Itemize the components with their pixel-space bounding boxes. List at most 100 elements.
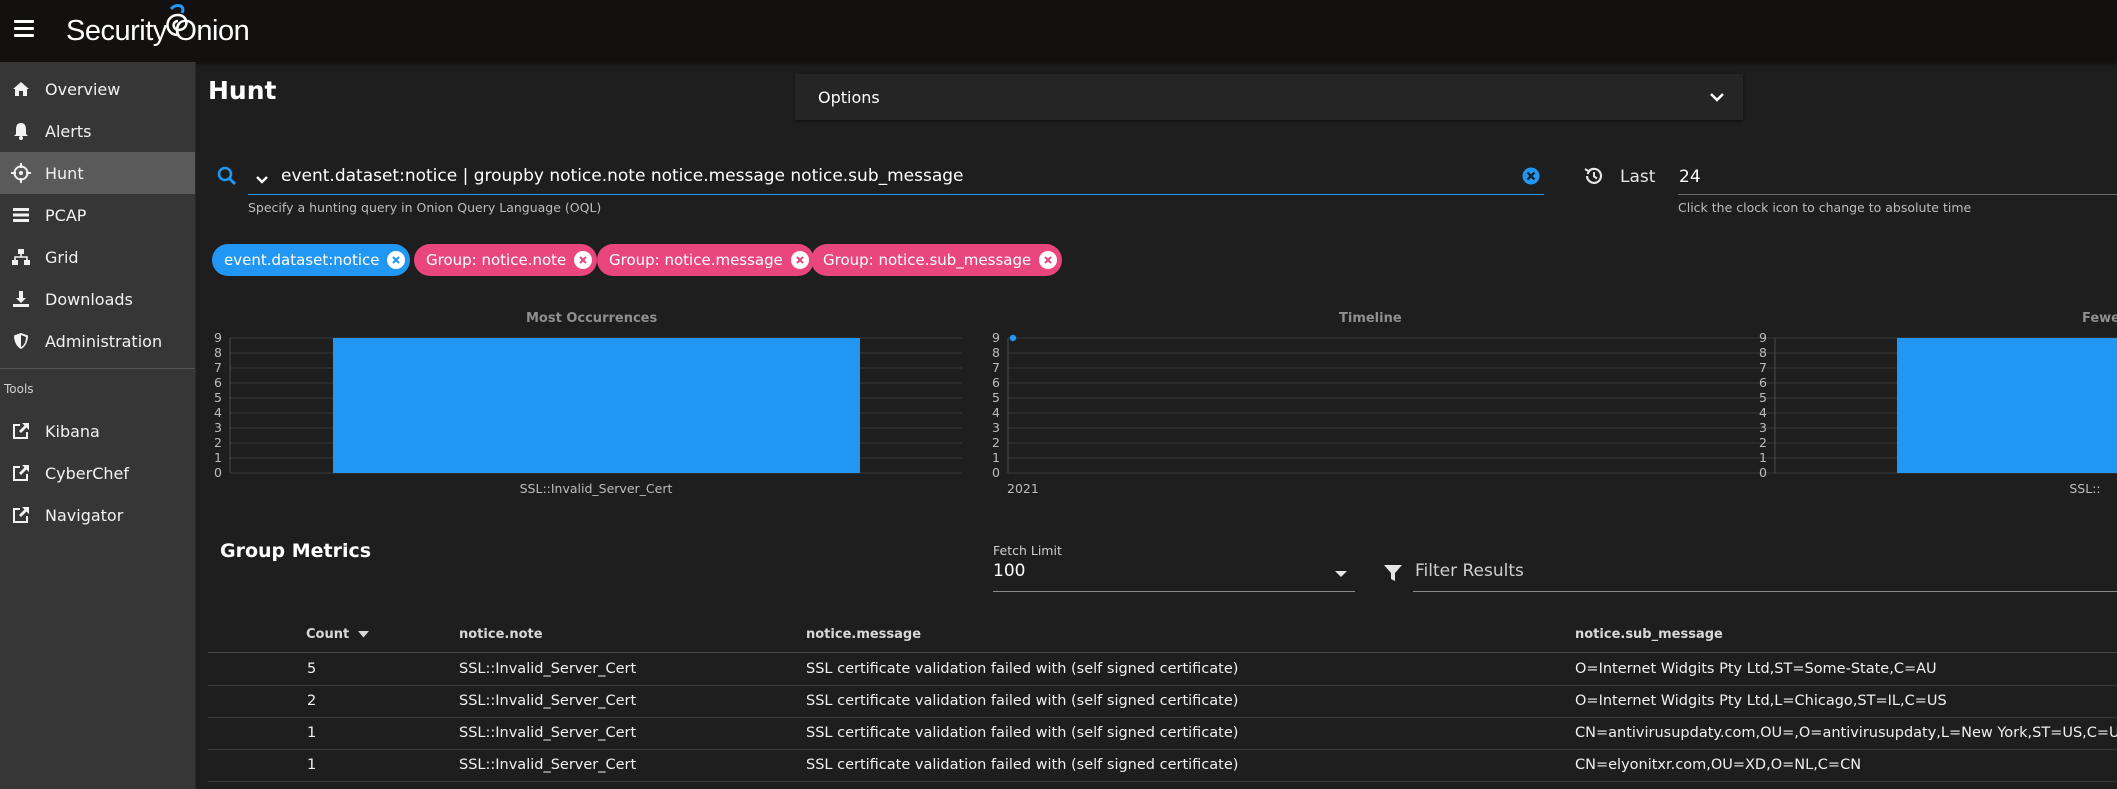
list-icon [10,204,32,226]
options-panel[interactable]: Options [795,74,1743,120]
y-tick-label: 5 [992,390,1000,405]
chip-remove-icon[interactable] [790,251,809,269]
column-header-message[interactable]: notice.message [806,627,921,642]
search-icon[interactable] [217,166,237,190]
y-tick-label: 1 [214,450,222,465]
cell-message[interactable]: SSL certificate validation failed with (… [806,693,1238,709]
cell-note[interactable]: SSL::Invalid_Server_Cert [459,661,636,677]
clear-query-icon[interactable] [1522,167,1540,189]
y-tick-label: 2 [214,435,222,450]
brand-logo[interactable]: Security Onion [66,4,250,53]
sort-desc-icon [354,627,369,642]
cell-count: 1 [307,725,317,741]
column-header-sub-message[interactable]: notice.sub_message [1575,627,1723,642]
sidebar-item-label: Grid [45,247,79,267]
download-icon [10,288,32,310]
cell-note[interactable]: SSL::Invalid_Server_Cert [459,725,636,741]
fetch-limit-select[interactable]: 100 [993,557,1355,592]
fetch-limit-label: Fetch Limit [993,543,1062,558]
cell-message[interactable]: SSL certificate validation failed with (… [806,725,1238,741]
y-tick-label: 9 [992,330,1000,345]
group-chip-sub-message[interactable]: Group: notice.sub_message [811,244,1063,276]
sidebar-item-label: Overview [45,79,121,99]
sidebar-item-downloads[interactable]: Downloads [0,278,195,320]
table-row[interactable]: 1 SSL::Invalid_Server_Cert SSL certifica… [208,717,2117,750]
query-dropdown-icon[interactable] [255,170,269,189]
sidebar-item-alerts[interactable]: Alerts [0,110,195,152]
x-tick-label: SSL::Invalid_Server_Cert [520,481,673,496]
y-tick-label: 6 [214,375,222,390]
sidebar-item-label: Hunt [45,163,84,183]
fetch-limit-value: 100 [993,561,1026,581]
history-clock-icon[interactable] [1583,165,1605,191]
charts-area: 9876543210SSL::Invalid_Server_Cert 987654… [214,330,2117,496]
x-tick-label: 2021 [1007,481,1039,496]
sidebar-item-grid[interactable]: Grid [0,236,195,278]
bar [1897,338,2117,473]
y-tick-label: 5 [214,390,222,405]
y-tick-label: 6 [992,375,1000,390]
y-tick-label: 6 [1759,375,1767,390]
chip-remove-icon[interactable] [1039,251,1058,269]
sidebar-item-overview[interactable]: Overview [0,68,195,110]
query-text[interactable]: event.dataset:notice | groupby notice.no… [281,166,964,186]
y-tick-label: 3 [992,420,1000,435]
y-tick-label: 1 [992,450,1000,465]
menu-icon[interactable] [14,20,34,38]
cell-sub-message[interactable]: CN=antivirusupdaty.com,OU=,O=antivirusup… [1575,725,2117,741]
chip-label: event.dataset:notice [224,251,380,269]
y-tick-label: 4 [992,405,1000,420]
dropdown-arrow-icon [1335,571,1347,577]
table-row[interactable]: 1 SSL::Invalid_Server_Cert SSL certifica… [208,749,2117,782]
column-header-note[interactable]: notice.note [459,627,543,642]
cell-count: 2 [307,693,317,709]
chip-remove-icon[interactable] [574,251,593,269]
column-header-count[interactable]: Count [306,627,369,642]
cell-note[interactable]: SSL::Invalid_Server_Cert [459,757,636,773]
bar [333,338,860,473]
y-tick-label: 0 [1759,465,1767,480]
query-hint: Specify a hunting query in Onion Query L… [248,200,602,215]
chip-remove-icon[interactable] [387,251,406,269]
filter-results-input[interactable] [1413,560,2107,582]
y-tick-label: 3 [1759,420,1767,435]
chip-label: Group: notice.note [426,251,567,269]
y-tick-label: 1 [1759,450,1767,465]
y-tick-label: 5 [1759,390,1767,405]
group-metrics-title: Group Metrics [220,540,372,562]
filter-results-field[interactable] [1413,557,2117,592]
group-chip-note[interactable]: Group: notice.note [414,244,598,276]
x-tick-label: SSL:: [2069,481,2100,496]
time-range-value[interactable]: 24 [1679,167,1701,187]
y-tick-label: 8 [1759,345,1767,360]
cell-sub-message[interactable]: O=Internet Widgits Pty Ltd,ST=Some-State… [1575,661,1937,677]
y-tick-label: 7 [214,360,222,375]
cell-message[interactable]: SSL certificate validation failed with (… [806,661,1238,677]
cell-sub-message[interactable]: CN=elyonitxr.com,OU=XD,O=NL,C=CN [1575,757,1861,773]
y-tick-label: 7 [1759,360,1767,375]
cell-note[interactable]: SSL::Invalid_Server_Cert [459,693,636,709]
filter-chip-dataset[interactable]: event.dataset:notice [212,244,411,276]
query-input[interactable]: event.dataset:notice | groupby notice.no… [248,160,1544,195]
y-tick-label: 0 [214,465,222,480]
sidebar-item-hunt[interactable]: Hunt [0,152,195,194]
sitemap-icon [10,246,32,268]
top-app-bar: Security Onion [0,0,2117,62]
time-range-input[interactable]: 24 [1678,160,2117,195]
table-row[interactable]: 5 SSL::Invalid_Server_Cert SSL certifica… [208,653,2117,686]
y-tick-label: 9 [214,330,222,345]
table-row[interactable]: 2 SSL::Invalid_Server_Cert SSL certifica… [208,685,2117,718]
chart-title-timeline: Timeline [1339,311,1402,326]
chevron-down-icon [1709,88,1725,107]
sidebar-item-pcap[interactable]: PCAP [0,194,195,236]
cell-sub-message[interactable]: O=Internet Widgits Pty Ltd,L=Chicago,ST=… [1575,693,1947,709]
time-hint: Click the clock icon to change to absolu… [1678,200,1972,215]
y-tick-label: 4 [214,405,222,420]
timeline-point [1009,334,1017,342]
cell-message[interactable]: SSL certificate validation failed with (… [806,757,1238,773]
onion-logo-icon [166,4,188,37]
y-tick-label: 8 [992,345,1000,360]
group-chip-message[interactable]: Group: notice.message [597,244,814,276]
y-tick-label: 7 [992,360,1000,375]
filter-icon [1383,563,1403,587]
